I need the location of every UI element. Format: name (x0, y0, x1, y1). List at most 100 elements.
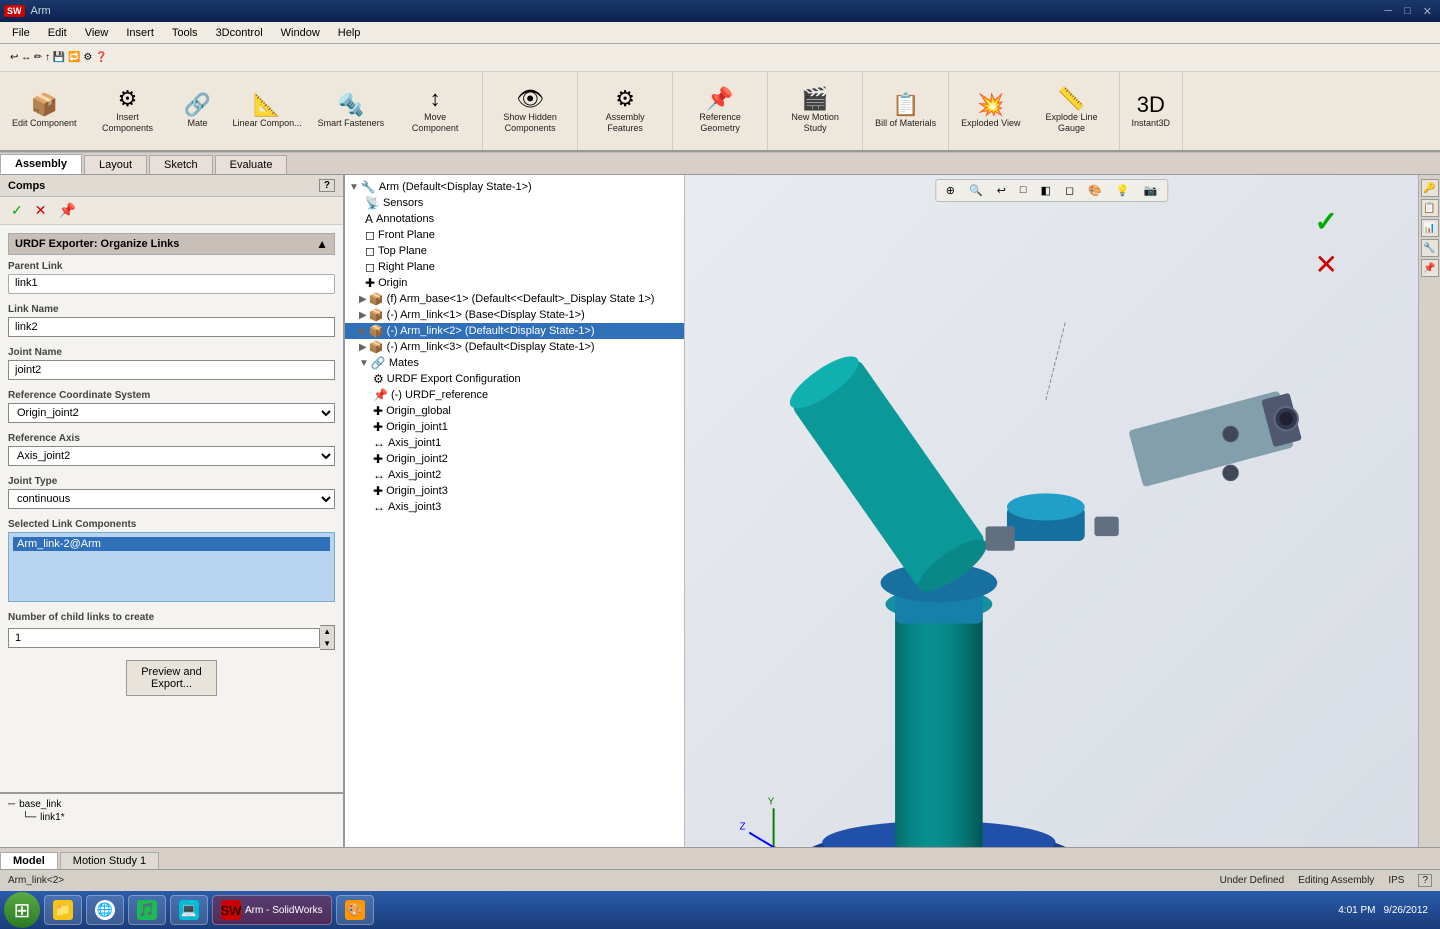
tree-arm-root[interactable]: ▼ 🔧 Arm (Default<Display State-1>) (345, 179, 684, 195)
close-button[interactable]: ✕ (1419, 5, 1436, 18)
panel-help-btn[interactable]: ? (319, 179, 335, 192)
tree-axis-joint3[interactable]: ↔ Axis_joint3 (345, 499, 684, 515)
help-status[interactable]: ? (1418, 874, 1432, 887)
tab-evaluate[interactable]: Evaluate (215, 155, 288, 174)
toolbar-mate[interactable]: 🔗 Mate (173, 90, 223, 133)
urdf-collapse-btn[interactable]: ▲ (316, 237, 328, 251)
tree-top-plane[interactable]: ◻ Top Plane (345, 243, 684, 259)
vp-section[interactable]: □ (1014, 182, 1033, 199)
right-panel: 🔑 📋 📊 🔧 📌 (1418, 175, 1440, 847)
joint-type-select[interactable]: fixed revolute continuous prismatic floa… (8, 489, 335, 509)
menu-window[interactable]: Window (273, 25, 328, 41)
tree-origin-joint1[interactable]: ✚ Origin_joint1 (345, 419, 684, 435)
viewport[interactable]: ⊕ 🔍 ↩ □ ◧ ◻ 🎨 💡 📷 ✓ ✕ (685, 175, 1418, 847)
vp-zoom[interactable]: 🔍 (963, 182, 989, 199)
vp-camera[interactable]: 📷 (1138, 182, 1164, 199)
num-children-group: Number of child links to create ▲ ▼ (8, 612, 335, 650)
menu-tools[interactable]: Tools (164, 25, 206, 41)
toolbar-assembly-features[interactable]: ⚙ Assembly Features (584, 84, 666, 138)
right-plane-icon: ◻ (365, 260, 375, 274)
arm-link3-expand: ▶ (359, 342, 367, 353)
panel-pin-button[interactable]: 📌 (55, 201, 78, 220)
menu-bar: File Edit View Insert Tools 3Dcontrol Wi… (0, 22, 1440, 44)
tree-urdf-config[interactable]: ⚙ URDF Export Configuration (345, 371, 684, 387)
right-panel-btn2[interactable]: 📋 (1421, 199, 1439, 217)
toolbar-reference-geometry[interactable]: 📌 Reference Geometry (679, 84, 761, 138)
vp-lighting[interactable]: 💡 (1110, 182, 1136, 199)
right-panel-btn5[interactable]: 📌 (1421, 259, 1439, 277)
ref-coord-select[interactable]: Origin_joint2 (8, 403, 335, 423)
panel-check-button[interactable]: ✓ (8, 201, 26, 220)
tree-sensors[interactable]: 📡 Sensors (345, 195, 684, 211)
tree-origin-joint3[interactable]: ✚ Origin_joint3 (345, 483, 684, 499)
toolbar-exploded-view[interactable]: 💥 Exploded View (955, 90, 1026, 133)
joint-name-input[interactable] (8, 360, 335, 380)
menu-file[interactable]: File (4, 25, 38, 41)
selected-components-box[interactable]: Arm_link-2@Arm (8, 532, 335, 602)
menu-3dcontrol[interactable]: 3Dcontrol (208, 25, 271, 41)
link-name-input[interactable] (8, 317, 335, 337)
tree-annotations[interactable]: A Annotations (345, 211, 684, 227)
vp-display-style[interactable]: ◧ (1035, 182, 1057, 199)
toolbar-new-motion-study[interactable]: 🎬 New Motion Study (774, 84, 856, 138)
tree-origin[interactable]: ✚ Origin (345, 275, 684, 291)
tab-sketch[interactable]: Sketch (149, 155, 213, 174)
toolbar-area: ↩ ↔ ✏ ↑ 💾 🔁 ⚙ ❓ 📦 Edit Component ⚙ Inser… (0, 44, 1440, 153)
tree-front-plane[interactable]: ◻ Front Plane (345, 227, 684, 243)
tab-assembly[interactable]: Assembly (0, 154, 82, 174)
tree-arm-link1[interactable]: ▶ 📦 (-) Arm_link<1> (Base<Display State-… (345, 307, 684, 323)
tree-origin-joint2[interactable]: ✚ Origin_joint2 (345, 451, 684, 467)
tree-mates[interactable]: ▼ 🔗 Mates (345, 355, 684, 371)
vp-hide-show[interactable]: ◻ (1059, 182, 1080, 199)
toolbar-show-hidden[interactable]: 👁 Show Hidden Components (489, 84, 571, 138)
mate-icon: 🔗 (184, 94, 211, 116)
tree-arm-link3[interactable]: ▶ 📦 (-) Arm_link<3> (Default<Display Sta… (345, 339, 684, 355)
vp-appearance[interactable]: 🎨 (1082, 182, 1108, 199)
right-panel-btn1[interactable]: 🔑 (1421, 179, 1439, 197)
arm-link3-icon: 📦 (369, 340, 384, 354)
arm-end-effector (1128, 388, 1305, 488)
menu-view[interactable]: View (77, 25, 117, 41)
origin-joint1-icon: ✚ (373, 420, 383, 434)
menu-insert[interactable]: Insert (118, 25, 162, 41)
toolbar-edit-component[interactable]: 📦 Edit Component (6, 90, 83, 133)
toolbar-small-btn[interactable]: ↩ ↔ ✏ ↑ 💾 🔁 ⚙ ❓ (4, 50, 114, 65)
minimize-button[interactable]: ─ (1380, 5, 1396, 18)
toolbar-explode-line-gauge[interactable]: 📏 Explode Line Gauge (1031, 84, 1113, 138)
tree-axis-joint1[interactable]: ↔ Axis_joint1 (345, 435, 684, 451)
spin-up-button[interactable]: ▲ (320, 626, 334, 638)
toolbar-smart-fasteners[interactable]: 🔩 Smart Fasteners (312, 90, 391, 133)
num-children-input[interactable] (8, 628, 320, 648)
toolbar-bill-of-materials[interactable]: 📋 Bill of Materials (869, 90, 942, 133)
taskbar: ⊞ 📁 🌐 🎵 💻 SW Arm - SolidWorks 🎨 4:01 PM … (0, 891, 1440, 929)
ref-axis-select[interactable]: Axis_joint2 (8, 446, 335, 466)
btab-motion-study1[interactable]: Motion Study 1 (60, 852, 159, 869)
toolbar-insert-components[interactable]: ⚙ Insert Components (87, 84, 169, 138)
sw-logo: SW (4, 5, 25, 17)
toolbar-move-component[interactable]: ↕ Move Component (394, 84, 476, 138)
tree-right-plane[interactable]: ◻ Right Plane (345, 259, 684, 275)
selected-component-item: Arm_link-2@Arm (13, 537, 330, 551)
tree-axis-joint2[interactable]: ↔ Axis_joint2 (345, 467, 684, 483)
spin-down-button[interactable]: ▼ (320, 638, 334, 650)
tab-layout[interactable]: Layout (84, 155, 147, 174)
vp-zoom-fit[interactable]: ⊕ (940, 182, 961, 199)
tree-urdf-reference[interactable]: 📌 (-) URDF_reference (345, 387, 684, 403)
toolbar-linear-component[interactable]: 📐 Linear Compon... (227, 90, 308, 133)
tree-arm-base[interactable]: ▶ 📦 (f) Arm_base<1> (Default<<Default>_D… (345, 291, 684, 307)
btab-model[interactable]: Model (0, 852, 58, 869)
panel-x-button[interactable]: ✕ (32, 201, 50, 220)
maximize-button[interactable]: □ (1400, 5, 1415, 18)
start-button[interactable]: ⊞ (4, 892, 40, 928)
menu-edit[interactable]: Edit (40, 25, 75, 41)
right-panel-btn3[interactable]: 📊 (1421, 219, 1439, 237)
arm-link1-icon: 📦 (369, 308, 384, 322)
menu-help[interactable]: Help (330, 25, 369, 41)
tree-origin-global[interactable]: ✚ Origin_global (345, 403, 684, 419)
parent-link-label: Parent Link (8, 261, 335, 272)
right-panel-btn4[interactable]: 🔧 (1421, 239, 1439, 257)
preview-export-button[interactable]: Preview andExport... (126, 660, 217, 696)
tree-arm-link2[interactable]: ▶ 📦 (-) Arm_link<2> (Default<Display Sta… (345, 323, 684, 339)
toolbar-instant3d[interactable]: 3D Instant3D (1126, 90, 1177, 133)
vp-rotate[interactable]: ↩ (991, 182, 1012, 199)
